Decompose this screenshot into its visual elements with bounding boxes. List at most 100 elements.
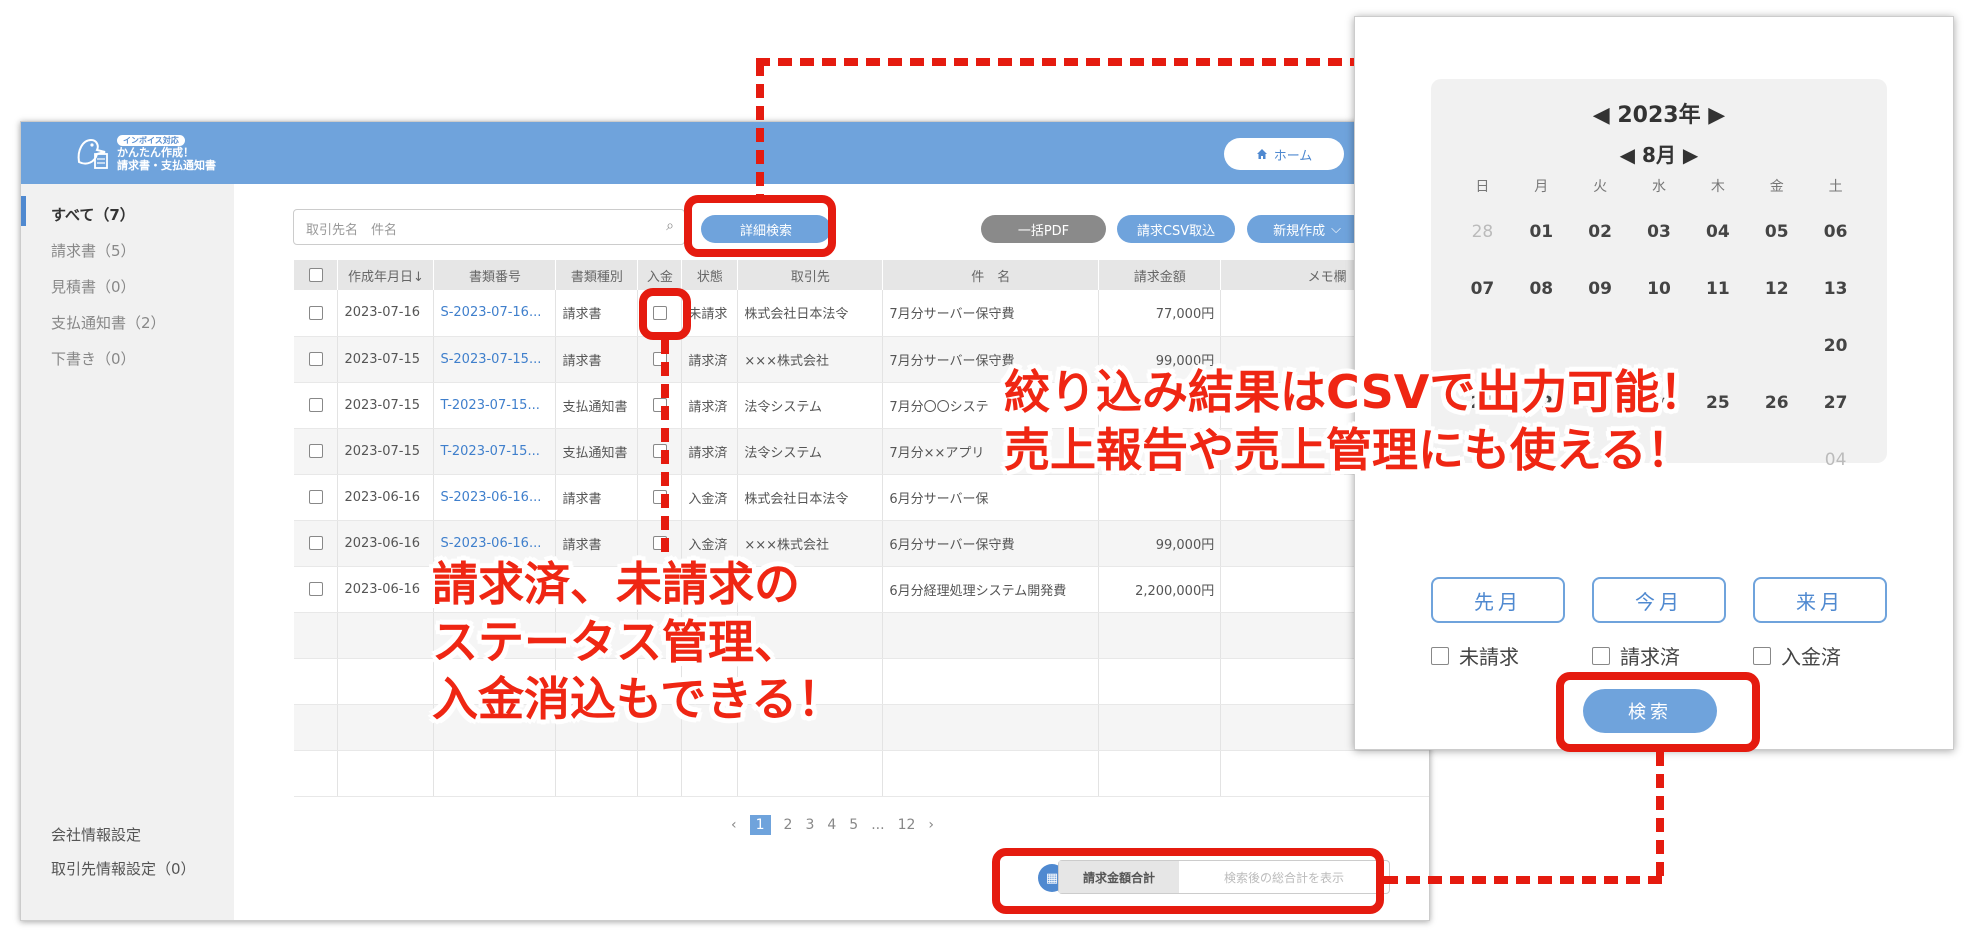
filter-paid[interactable]: 入金済 bbox=[1753, 641, 1841, 670]
next-month-button[interactable]: 来月 bbox=[1753, 577, 1887, 623]
billed-checkbox[interactable] bbox=[1592, 646, 1610, 665]
filter-billed[interactable]: 請求済 bbox=[1592, 641, 1680, 670]
header-subject[interactable]: 件 名 bbox=[882, 260, 1100, 290]
row-checkbox[interactable] bbox=[308, 398, 323, 412]
calendar-day[interactable]: 01 bbox=[1512, 203, 1571, 260]
paid-checkbox[interactable] bbox=[1753, 646, 1771, 665]
pager-page-5[interactable]: 5 bbox=[849, 817, 858, 833]
bird-logo-icon bbox=[77, 138, 108, 169]
prev-year-icon[interactable]: ◀ bbox=[1593, 103, 1610, 128]
sidebar-item-payment-notices[interactable]: 支払通知書（2） bbox=[51, 312, 166, 333]
empty-cell bbox=[337, 612, 435, 659]
calendar-day[interactable]: 05 bbox=[1747, 203, 1806, 260]
row-checkbox[interactable] bbox=[308, 536, 323, 550]
csv-import-button[interactable]: 請求CSV取込 bbox=[1117, 215, 1235, 243]
empty-cell bbox=[681, 750, 739, 797]
pager-page-2[interactable]: 2 bbox=[784, 817, 793, 833]
weekday-label: 水 bbox=[1651, 179, 1666, 195]
calendar-day[interactable]: 13 bbox=[1806, 260, 1865, 317]
calendar-day[interactable]: 27 bbox=[1806, 374, 1865, 431]
calendar-day[interactable]: 04 bbox=[1806, 431, 1865, 488]
sidebar-item-all[interactable]: すべて（7） bbox=[51, 204, 135, 225]
row-payment-cell[interactable] bbox=[637, 474, 683, 521]
row-select-cell[interactable] bbox=[294, 520, 339, 567]
month-selector: ◀ 8月 ▶ bbox=[1431, 139, 1887, 168]
calendar-day[interactable]: 20 bbox=[1806, 317, 1865, 374]
year-selector: ◀ 2023年 ▶ bbox=[1431, 97, 1887, 129]
header-date[interactable]: 作成年月日↓ bbox=[337, 260, 435, 290]
empty-cell bbox=[433, 750, 557, 797]
sidebar-client-settings[interactable]: 取引先情報設定（0） bbox=[51, 858, 196, 879]
table-row[interactable]: 2023-06-16 S-2023-06-16... 請求書 入金済 株式会社日本法令 6… bbox=[294, 474, 1429, 521]
calendar-day bbox=[1747, 317, 1806, 374]
calendar-day[interactable]: 04 bbox=[1688, 203, 1747, 260]
row-checkbox[interactable] bbox=[308, 582, 323, 596]
sidebar-item-estimates[interactable]: 見積書（0） bbox=[51, 276, 136, 297]
row-select-cell[interactable] bbox=[294, 290, 339, 337]
table-row[interactable]: 2023-07-16 S-2023-07-16... 請求書 未請求 株式会社日本法令 7… bbox=[294, 290, 1429, 337]
row-doc-no[interactable]: S-2023-07-16... bbox=[433, 290, 557, 337]
next-year-icon[interactable]: ▶ bbox=[1708, 103, 1725, 128]
app-logo[interactable]: インボイス対応 かんたん作成！ 請求書・支払通知書 bbox=[71, 132, 216, 172]
row-doc-no[interactable]: S-2023-06-16... bbox=[433, 474, 557, 521]
row-select-cell[interactable] bbox=[294, 428, 339, 475]
row-payment-cell[interactable] bbox=[637, 336, 683, 383]
row-payment-cell[interactable] bbox=[637, 428, 683, 475]
calendar-day[interactable]: 11 bbox=[1688, 260, 1747, 317]
calendar-day[interactable]: 10 bbox=[1630, 260, 1689, 317]
select-all-header[interactable] bbox=[294, 260, 339, 290]
filter-unbilled[interactable]: 未請求 bbox=[1431, 641, 1519, 670]
header-amount[interactable]: 請求金額 bbox=[1098, 260, 1222, 290]
calendar-day[interactable]: 03 bbox=[1630, 203, 1689, 260]
header-status[interactable]: 状態 bbox=[681, 260, 739, 290]
row-select-cell[interactable] bbox=[294, 336, 339, 383]
sidebar-company-settings[interactable]: 会社情報設定 bbox=[51, 824, 141, 845]
calendar-day[interactable]: 02 bbox=[1571, 203, 1630, 260]
row-doc-no[interactable]: T-2023-07-15... bbox=[433, 428, 557, 475]
pager-page-12[interactable]: 12 bbox=[898, 817, 916, 833]
logo-line-1: かんたん作成！ bbox=[117, 145, 194, 159]
this-month-button[interactable]: 今月 bbox=[1592, 577, 1726, 623]
header-doc-no[interactable]: 書類番号 bbox=[433, 260, 557, 290]
header-client[interactable]: 取引先 bbox=[737, 260, 884, 290]
empty-cell bbox=[1098, 750, 1222, 797]
row-checkbox[interactable] bbox=[308, 490, 323, 504]
prev-month-button[interactable]: 先月 bbox=[1431, 577, 1565, 623]
calendar-day[interactable]: 06 bbox=[1806, 203, 1865, 260]
row-doc-no[interactable]: S-2023-07-15... bbox=[433, 336, 557, 383]
pager-page-3[interactable]: 3 bbox=[805, 817, 814, 833]
row-subject: 7月分サーバー保守費 bbox=[882, 290, 1100, 337]
row-payment-cell[interactable] bbox=[637, 382, 683, 429]
row-select-cell[interactable] bbox=[294, 382, 339, 429]
calendar-day[interactable]: 28 bbox=[1453, 203, 1512, 260]
bulk-pdf-button[interactable]: 一括PDF bbox=[981, 215, 1106, 243]
calendar-day[interactable]: 09 bbox=[1571, 260, 1630, 317]
prev-month-icon[interactable]: ◀ bbox=[1620, 143, 1635, 167]
row-doc-no[interactable]: T-2023-07-15... bbox=[433, 382, 557, 429]
row-select-cell[interactable] bbox=[294, 566, 339, 613]
header-payment[interactable]: 入金 bbox=[637, 260, 683, 290]
sidebar-item-invoices[interactable]: 請求書（5） bbox=[51, 240, 136, 261]
row-checkbox[interactable] bbox=[308, 352, 323, 366]
calendar-day[interactable]: 08 bbox=[1512, 260, 1571, 317]
pager-prev[interactable]: ‹ bbox=[731, 817, 737, 833]
sidebar-item-drafts[interactable]: 下書き（0） bbox=[51, 348, 136, 369]
home-button[interactable]: ホーム bbox=[1224, 138, 1344, 170]
pager-next[interactable]: › bbox=[928, 817, 934, 833]
header-doc-type[interactable]: 書類種別 bbox=[555, 260, 639, 290]
calendar-day[interactable]: 07 bbox=[1453, 260, 1512, 317]
new-create-button[interactable]: 新規作成 ⌵ bbox=[1247, 215, 1367, 243]
row-checkbox[interactable] bbox=[308, 444, 323, 458]
calendar-day[interactable]: 26 bbox=[1747, 374, 1806, 431]
unbilled-checkbox[interactable] bbox=[1431, 646, 1449, 665]
row-checkbox[interactable] bbox=[308, 305, 323, 320]
calendar-day[interactable]: 12 bbox=[1747, 260, 1806, 317]
pager-page-4[interactable]: 4 bbox=[827, 817, 836, 833]
pager-page-1[interactable]: 1 bbox=[749, 815, 771, 835]
search-input[interactable]: 取引先名 件名 ⌕ bbox=[293, 209, 685, 245]
row-select-cell[interactable] bbox=[294, 474, 339, 521]
select-all-checkbox[interactable] bbox=[308, 268, 323, 282]
connector-vertical-bottom bbox=[1656, 752, 1664, 882]
next-month-icon[interactable]: ▶ bbox=[1683, 143, 1698, 167]
search-icon[interactable]: ⌕ bbox=[666, 218, 674, 234]
